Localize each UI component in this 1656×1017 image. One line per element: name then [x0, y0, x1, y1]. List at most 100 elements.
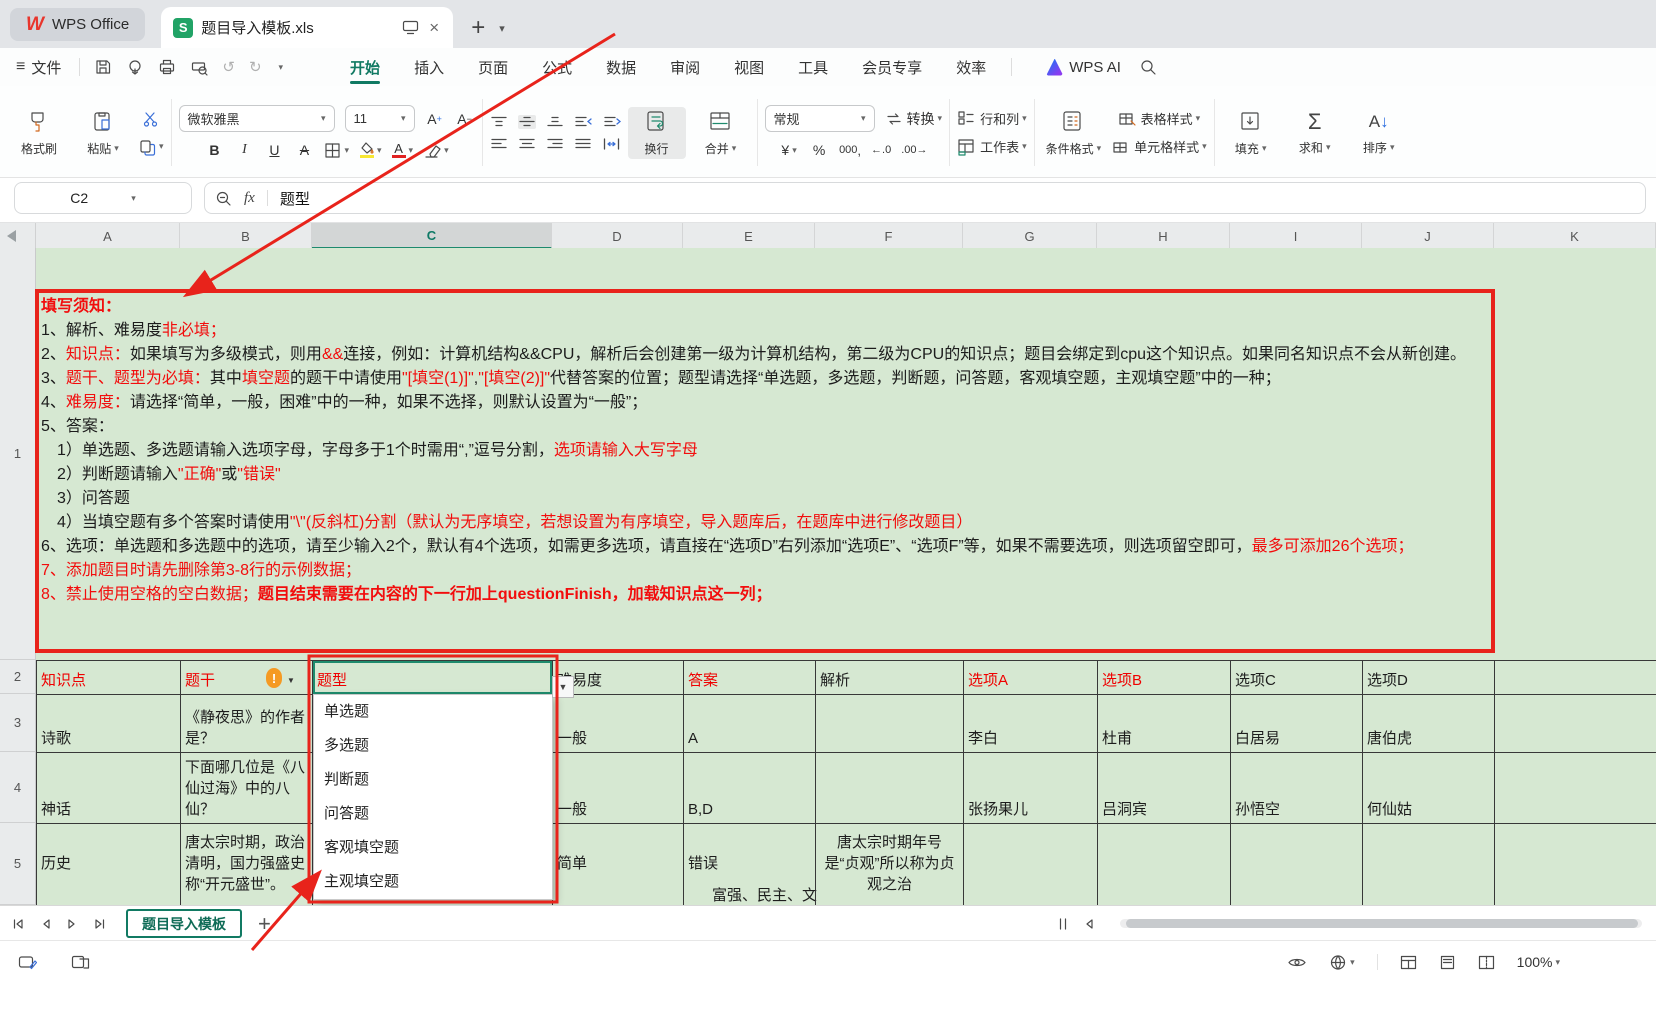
cell-B5[interactable]: 唐太宗时期，政治清明，国力强盛史称“开元盛世”。: [181, 824, 313, 905]
export-icon[interactable]: [126, 58, 144, 76]
page-layout-view-icon[interactable]: [1439, 955, 1456, 970]
wps-ai-button[interactable]: WPS AI: [1046, 59, 1121, 76]
align-top-icon[interactable]: [490, 115, 508, 129]
column-header-I[interactable]: I: [1230, 223, 1362, 249]
wps-office-button[interactable]: W WPS Office: [10, 8, 145, 41]
column-header-J[interactable]: J: [1362, 223, 1494, 249]
underline-button[interactable]: U: [264, 140, 284, 160]
cell-F5[interactable]: 唐太宗时期年号是“贞观”所以称为贞观之治: [816, 824, 964, 905]
side-by-side-view-icon[interactable]: [71, 954, 90, 970]
dropdown-toggle-icon[interactable]: ▼: [552, 676, 574, 698]
copy-button[interactable]: ▾: [138, 137, 164, 157]
table-style-button[interactable]: 表格样式▾: [1111, 109, 1207, 129]
close-tab-icon[interactable]: ×: [427, 18, 441, 38]
cell-G5[interactable]: [964, 824, 1098, 905]
cut-button[interactable]: [138, 109, 164, 129]
justify-icon[interactable]: [574, 137, 592, 151]
row-header-5[interactable]: 5: [0, 823, 36, 905]
next-sheet-icon[interactable]: [67, 918, 77, 930]
cell-B4[interactable]: 下面哪几位是《八仙过海》中的八仙？: [181, 753, 313, 824]
column-header-K[interactable]: K: [1494, 223, 1656, 249]
cell-D3[interactable]: 一般: [553, 695, 684, 753]
cell-G4[interactable]: 张扬果儿: [964, 753, 1098, 824]
prev-sheet-icon[interactable]: [41, 918, 51, 930]
cell-reference-box[interactable]: C2 ▾: [14, 182, 192, 214]
header-cell-G2[interactable]: 选项A: [964, 661, 1098, 695]
strikethrough-button[interactable]: A: [294, 140, 314, 160]
borders-button[interactable]: ▾: [324, 140, 349, 160]
first-sheet-icon[interactable]: [12, 918, 25, 930]
wrap-text-button[interactable]: 换行: [628, 107, 686, 159]
handwriting-input-icon[interactable]: [18, 954, 37, 971]
font-name-select[interactable]: 微软雅黑▾: [179, 105, 335, 132]
quick-access-chevron-icon[interactable]: ▾: [279, 62, 284, 73]
align-bottom-icon[interactable]: [546, 115, 564, 129]
header-cell-F2[interactable]: 解析: [816, 661, 964, 695]
undo-icon[interactable]: ↺: [222, 58, 235, 76]
align-middle-icon[interactable]: [518, 115, 536, 129]
currency-format-button[interactable]: ¥▾: [779, 140, 799, 160]
increase-font-button[interactable]: A+: [425, 109, 445, 129]
convert-button[interactable]: 转换▾: [885, 109, 943, 129]
menu-tab-9[interactable]: 会员专享: [845, 48, 939, 86]
column-header-D[interactable]: D: [552, 223, 683, 249]
file-menu[interactable]: 文件: [31, 57, 61, 78]
print-icon[interactable]: [158, 58, 176, 76]
align-left-icon[interactable]: [490, 137, 508, 151]
cell-H5[interactable]: [1098, 824, 1231, 905]
document-tab[interactable]: S 题目导入模板.xls ×: [161, 7, 453, 48]
cell-F3[interactable]: [816, 695, 964, 753]
formula-input[interactable]: fx 题型: [204, 182, 1646, 214]
translate-button[interactable]: ▾: [1329, 954, 1355, 971]
paste-button[interactable]: 粘贴▾: [74, 107, 132, 159]
italic-button[interactable]: I: [234, 140, 254, 160]
font-size-select[interactable]: 11▾: [345, 105, 415, 132]
cell-B3[interactable]: 《静夜思》的作者是？: [181, 695, 313, 753]
column-header-B[interactable]: B: [180, 223, 312, 249]
decrease-font-button[interactable]: A−: [455, 109, 475, 129]
cell-F4[interactable]: [816, 753, 964, 824]
dropdown-option-2[interactable]: 多选题: [314, 729, 552, 763]
menu-tab-10[interactable]: 效率: [939, 48, 1003, 86]
dropdown-option-5[interactable]: 客观填空题: [314, 831, 552, 865]
print-preview-icon[interactable]: [190, 58, 208, 76]
column-header-G[interactable]: G: [963, 223, 1097, 249]
row-header-3[interactable]: 3: [0, 694, 36, 752]
warning-icon[interactable]: !: [266, 668, 282, 688]
menu-tab-3[interactable]: 页面: [461, 48, 525, 86]
eraser-button[interactable]: ▾: [423, 140, 449, 160]
header-cell-A2[interactable]: 知识点: [37, 661, 181, 695]
cell-J4[interactable]: 何仙姑: [1363, 753, 1495, 824]
merge-cells-button[interactable]: 合并▾: [692, 107, 750, 159]
cell-H4[interactable]: 吕洞宾: [1098, 753, 1231, 824]
increase-decimal-button[interactable]: ←.0: [871, 140, 891, 160]
cell-A5[interactable]: 历史: [37, 824, 181, 905]
cell-E5[interactable]: 错误: [684, 824, 816, 905]
menu-tab-8[interactable]: 工具: [781, 48, 845, 86]
warning-chevron-icon[interactable]: ▼: [287, 676, 295, 685]
number-format-select[interactable]: 常规▾: [765, 105, 875, 132]
dropdown-option-3[interactable]: 判断题: [314, 763, 552, 797]
fill-button[interactable]: 填充▾: [1222, 107, 1280, 159]
cell-H3[interactable]: 杜甫: [1098, 695, 1231, 753]
sheet-tab-active[interactable]: 题目导入模板: [126, 909, 242, 938]
redo-icon[interactable]: ↻: [249, 58, 262, 76]
menu-tab-1[interactable]: 开始: [333, 48, 397, 86]
dropdown-option-4[interactable]: 问答题: [314, 797, 552, 831]
screen-share-icon[interactable]: [402, 20, 419, 35]
percent-format-button[interactable]: %: [809, 140, 829, 160]
cell-J5[interactable]: [1363, 824, 1495, 905]
column-header-C[interactable]: C: [312, 223, 552, 249]
conditional-format-button[interactable]: 条件格式▾: [1042, 107, 1106, 159]
scrollbar-thumb[interactable]: [1126, 919, 1638, 928]
row-header-1[interactable]: 1: [0, 248, 36, 660]
header-cell-I2[interactable]: 选项C: [1231, 661, 1363, 695]
last-sheet-icon[interactable]: [93, 918, 106, 930]
cell-D4[interactable]: 一般: [553, 753, 684, 824]
row-header-4[interactable]: 4: [0, 752, 36, 823]
worksheet-button[interactable]: 工作表▾: [957, 137, 1027, 157]
cell-J3[interactable]: 唐伯虎: [1363, 695, 1495, 753]
align-right-icon[interactable]: [546, 137, 564, 151]
page-break-view-icon[interactable]: [1478, 955, 1495, 970]
cell-I3[interactable]: 白居易: [1231, 695, 1363, 753]
